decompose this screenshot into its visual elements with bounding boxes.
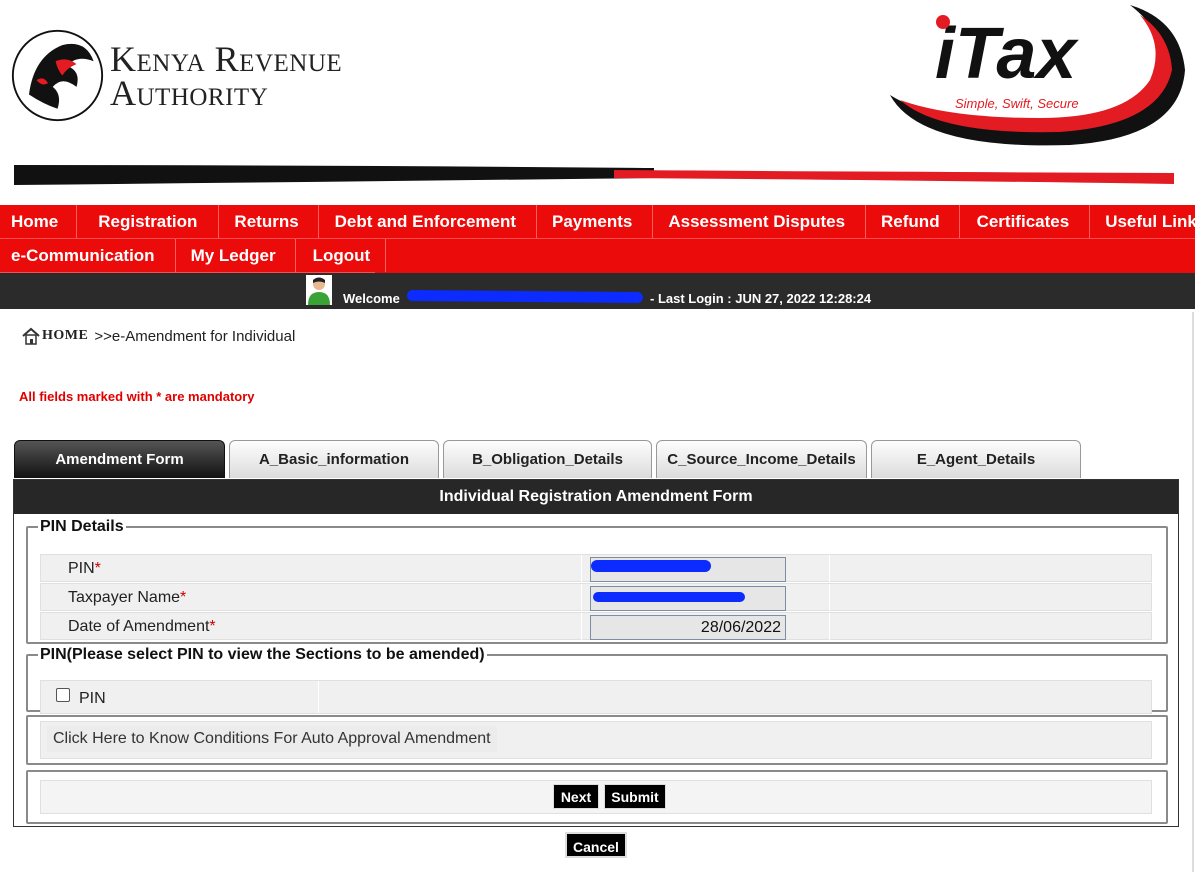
welcome-label: Welcome [343, 291, 400, 306]
date-of-amendment-field: 28/06/2022 [590, 615, 786, 640]
tab-obligation-details[interactable]: B_Obligation_Details [443, 440, 652, 478]
submit-button[interactable]: Submit [604, 784, 666, 809]
pin-checkbox[interactable] [56, 688, 70, 702]
conditions-section: Click Here to Know Conditions For Auto A… [26, 715, 1168, 765]
select-pin-section: PIN(Please select PIN to view the Sectio… [26, 646, 1168, 714]
nav-row-1: Home Registration Returns Debt and Enfor… [0, 205, 1195, 239]
itax-logo: iTax Simple, Swift, Secure [890, 5, 1185, 146]
taxpayer-name-row: Taxpayer Name* [40, 583, 1152, 611]
welcome-bar: Welcome - Last Login : JUN 27, 2022 12:2… [0, 273, 1195, 309]
nav-logout[interactable]: Logout [296, 239, 387, 272]
pin-row: PIN* [40, 554, 1152, 582]
last-login-text: - Last Login : JUN 27, 2022 12:28:24 [650, 291, 872, 306]
nav-my-ledger[interactable]: My Ledger [176, 239, 296, 272]
date-of-amendment-row: Date of Amendment* 28/06/2022 [40, 612, 1152, 640]
redacted-pin [591, 560, 711, 572]
breadcrumb-home-link[interactable]: HOME [42, 328, 88, 344]
pin-label: PIN* [68, 560, 101, 577]
tab-agent-details[interactable]: E_Agent_Details [871, 440, 1081, 478]
form-actions-row: Next Submit [40, 780, 1152, 814]
pin-field [590, 557, 786, 582]
nav-debt-enforcement[interactable]: Debt and Enforcement [319, 205, 538, 238]
nav-refund[interactable]: Refund [866, 205, 960, 238]
nav-registration[interactable]: Registration [77, 205, 220, 238]
cancel-button[interactable]: Cancel [565, 832, 627, 858]
tab-source-income-details[interactable]: C_Source_Income_Details [656, 440, 867, 478]
tab-amendment-form[interactable]: Amendment Form [14, 440, 225, 478]
tab-bar: Amendment Form A_Basic_information B_Obl… [14, 440, 1085, 478]
form-actions-section: Next Submit [26, 770, 1168, 824]
select-pin-row: PIN [40, 680, 1152, 714]
user-avatar-icon [306, 275, 332, 305]
itax-tagline: Simple, Swift, Secure [955, 96, 1079, 111]
nav-e-communication[interactable]: e-Communication [0, 239, 176, 272]
next-button[interactable]: Next [553, 784, 599, 809]
kra-lion-logo [11, 29, 104, 122]
org-name-line1: Kenya Revenue [110, 39, 343, 79]
conditions-row: Click Here to Know Conditions For Auto A… [40, 721, 1152, 759]
mandatory-note: All fields marked with * are mandatory [19, 389, 255, 404]
select-pin-legend: PIN(Please select PIN to view the Sectio… [40, 646, 485, 663]
nav-returns[interactable]: Returns [219, 205, 319, 238]
nav-useful-links[interactable]: Useful Links [1090, 205, 1195, 238]
main-nav: Home Registration Returns Debt and Enfor… [0, 205, 1195, 273]
org-name-line2: Authority [110, 73, 269, 113]
auto-approval-conditions-link[interactable]: Click Here to Know Conditions For Auto A… [47, 726, 497, 752]
date-of-amendment-label: Date of Amendment* [68, 618, 216, 635]
nav-certificates[interactable]: Certificates [960, 205, 1091, 238]
tab-basic-information[interactable]: A_Basic_information [229, 440, 439, 478]
taxpayer-name-label: Taxpayer Name* [68, 589, 187, 606]
pin-details-section: PIN Details PIN* Taxpayer Name* Date of … [26, 518, 1168, 644]
page-right-border [1192, 312, 1194, 872]
home-icon [22, 327, 40, 345]
org-name: Kenya Revenue Authority [110, 39, 343, 113]
redacted-username [406, 289, 644, 304]
svg-text:iTax: iTax [935, 14, 1079, 94]
pin-details-legend: PIN Details [40, 518, 124, 535]
taxpayer-name-field [590, 586, 786, 611]
header-swoosh [14, 165, 1174, 185]
form-title: Individual Registration Amendment Form [14, 480, 1178, 514]
redacted-taxpayer-name [593, 592, 745, 602]
nav-home[interactable]: Home [0, 205, 78, 238]
breadcrumb: HOME >>e-Amendment for Individual [22, 327, 295, 345]
breadcrumb-current: >>e-Amendment for Individual [94, 327, 296, 345]
nav-row-2: e-Communication My Ledger Logout [0, 239, 387, 273]
amendment-form-panel: Individual Registration Amendment Form P… [13, 479, 1179, 827]
pin-checkbox-label: PIN [79, 690, 106, 707]
page-header: Kenya Revenue Authority iTax Simple, Swi… [0, 0, 1195, 205]
nav-assessment-disputes[interactable]: Assessment Disputes [653, 205, 867, 238]
nav-payments[interactable]: Payments [537, 205, 654, 238]
